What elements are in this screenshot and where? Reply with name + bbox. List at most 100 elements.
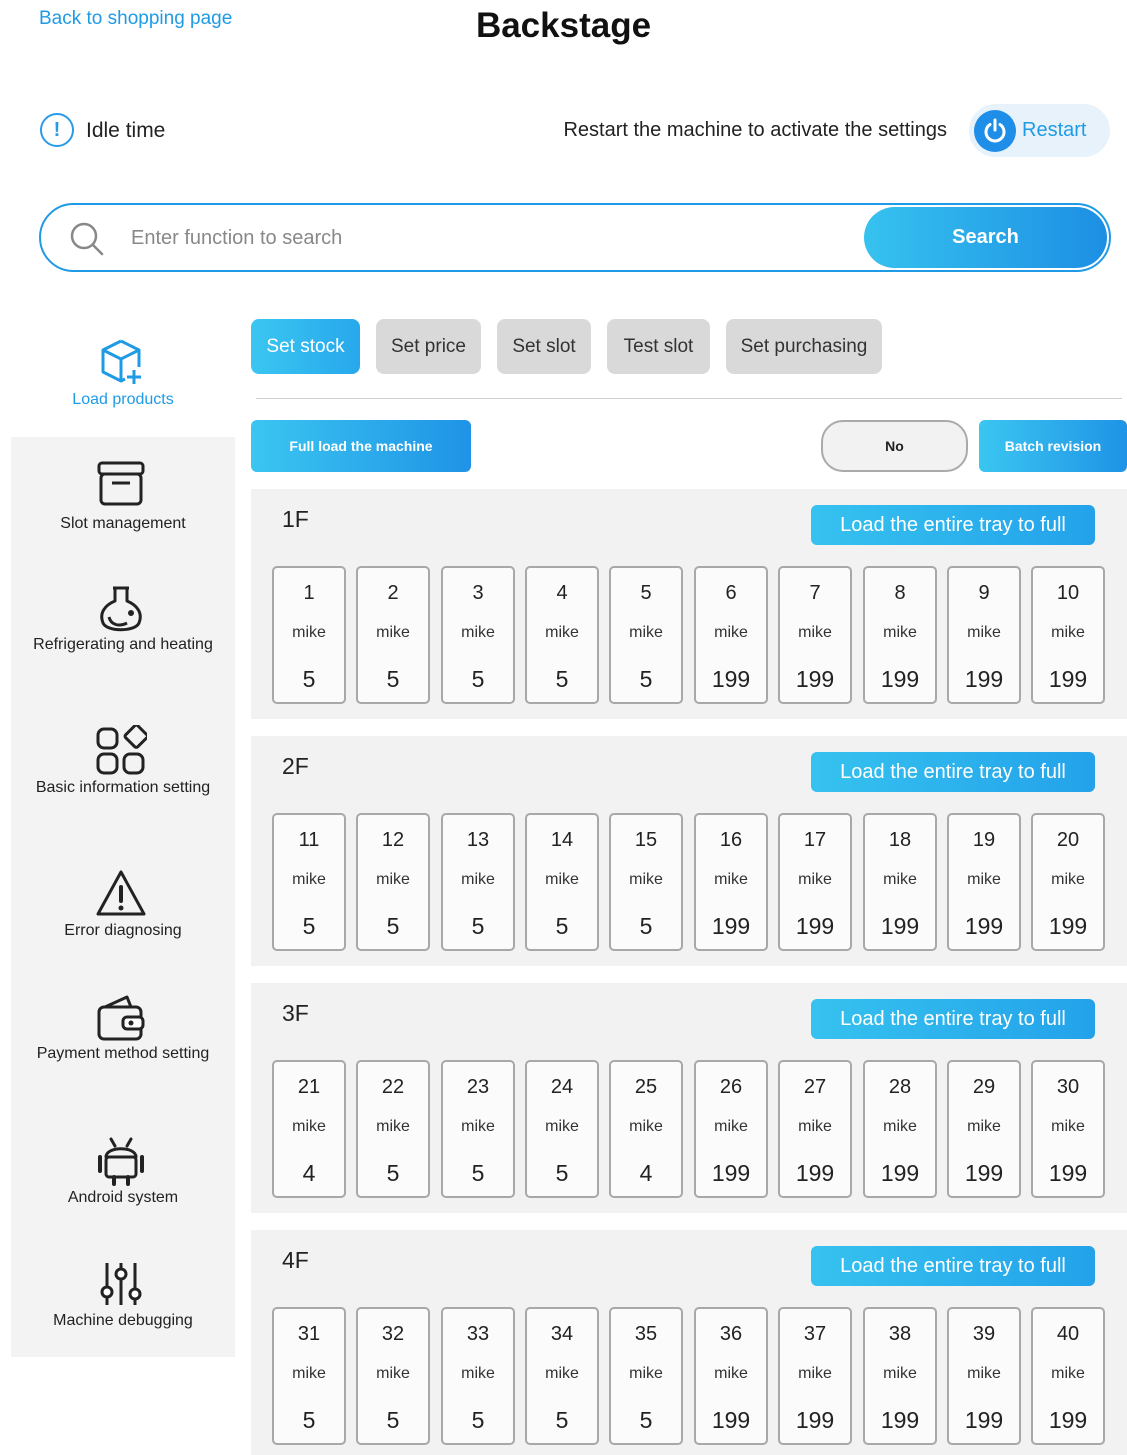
slot-card[interactable]: 16 mike 199: [694, 813, 768, 951]
slot-card[interactable]: 27 mike 199: [778, 1060, 852, 1198]
slot-card[interactable]: 30 mike 199: [1031, 1060, 1105, 1198]
slot-card[interactable]: 34 mike 5: [525, 1307, 599, 1445]
slot-card[interactable]: 40 mike 199: [1031, 1307, 1105, 1445]
slot-card[interactable]: 1 mike 5: [272, 566, 346, 704]
slot-card[interactable]: 8 mike 199: [863, 566, 937, 704]
batch-revision-button[interactable]: Batch revision: [979, 420, 1127, 472]
tab-set-purchasing[interactable]: Set purchasing: [726, 319, 882, 374]
sidebar-item-basic-info[interactable]: Basic information setting: [11, 710, 235, 832]
slot-product-name: mike: [883, 1118, 917, 1135]
search-icon: [69, 221, 105, 262]
slot-product-name: mike: [798, 624, 832, 641]
floor-label: 1F: [282, 506, 309, 532]
slot-card[interactable]: 31 mike 5: [272, 1307, 346, 1445]
wallet-icon: [95, 993, 147, 1045]
tab-set-slot[interactable]: Set slot: [497, 319, 591, 374]
slot-stock: 5: [302, 1407, 316, 1433]
slot-number: 10: [1056, 582, 1080, 604]
slot-card[interactable]: 38 mike 199: [863, 1307, 937, 1445]
slot-product-name: mike: [798, 871, 832, 888]
slot-card[interactable]: 35 mike 5: [609, 1307, 683, 1445]
sidebar-item-refrigerating[interactable]: Refrigerating and heating: [11, 565, 235, 687]
slot-card[interactable]: 37 mike 199: [778, 1307, 852, 1445]
tab-set-price[interactable]: Set price: [376, 319, 481, 374]
sidebar-item-label: Machine debugging: [53, 1312, 193, 1329]
slot-card[interactable]: 5 mike 5: [609, 566, 683, 704]
slot-stock: 199: [880, 913, 920, 939]
slot-card[interactable]: 19 mike 199: [947, 813, 1021, 951]
slot-card[interactable]: 21 mike 4: [272, 1060, 346, 1198]
slot-card[interactable]: 7 mike 199: [778, 566, 852, 704]
slot-card[interactable]: 17 mike 199: [778, 813, 852, 951]
sidebar-item-android-system[interactable]: Android system: [11, 1127, 235, 1249]
box-icon: [95, 458, 147, 510]
full-load-machine-button[interactable]: Full load the machine: [251, 420, 471, 472]
slot-card[interactable]: 25 mike 4: [609, 1060, 683, 1198]
slot-card[interactable]: 18 mike 199: [863, 813, 937, 951]
slot-card[interactable]: 26 mike 199: [694, 1060, 768, 1198]
sidebar-item-slot-management[interactable]: Slot management: [11, 440, 235, 562]
sidebar-item-machine-debugging[interactable]: Machine debugging: [11, 1250, 235, 1372]
search-input[interactable]: [131, 219, 851, 257]
slot-product-name: mike: [967, 871, 1001, 888]
slot-card[interactable]: 39 mike 199: [947, 1307, 1021, 1445]
slot-card[interactable]: 9 mike 199: [947, 566, 1021, 704]
sidebar-item-payment-method[interactable]: Payment method setting: [11, 990, 235, 1112]
slot-stock: 5: [555, 1160, 569, 1186]
load-tray-full-button[interactable]: Load the entire tray to full: [811, 752, 1095, 792]
slot-product-name: mike: [883, 871, 917, 888]
slot-number: 36: [719, 1323, 743, 1345]
slot-card[interactable]: 22 mike 5: [356, 1060, 430, 1198]
slot-card[interactable]: 32 mike 5: [356, 1307, 430, 1445]
slot-number: 6: [725, 582, 737, 604]
slot-number: 24: [550, 1076, 574, 1098]
slot-number: 33: [466, 1323, 490, 1345]
slot-number: 37: [803, 1323, 827, 1345]
slot-product-name: mike: [629, 871, 663, 888]
load-tray-full-button[interactable]: Load the entire tray to full: [811, 999, 1095, 1039]
slot-product-name: mike: [461, 1118, 495, 1135]
slot-card[interactable]: 23 mike 5: [441, 1060, 515, 1198]
tab-set-stock[interactable]: Set stock: [251, 319, 360, 374]
slot-stock: 5: [302, 666, 316, 692]
slot-card[interactable]: 10 mike 199: [1031, 566, 1105, 704]
sidebar-item-error-diagnosing[interactable]: Error diagnosing: [11, 855, 235, 977]
restart-button[interactable]: Restart: [969, 104, 1110, 157]
no-toggle-button[interactable]: No: [821, 420, 968, 472]
slot-product-name: mike: [545, 624, 579, 641]
slot-stock: 5: [471, 666, 485, 692]
slot-stock: 199: [711, 913, 751, 939]
slot-product-name: mike: [967, 1118, 1001, 1135]
slot-stock: 199: [964, 1407, 1004, 1433]
slot-card[interactable]: 12 mike 5: [356, 813, 430, 951]
slot-product-name: mike: [461, 624, 495, 641]
slot-product-name: mike: [1051, 1118, 1085, 1135]
slot-card[interactable]: 11 mike 5: [272, 813, 346, 951]
slot-number: 30: [1056, 1076, 1080, 1098]
slot-card[interactable]: 3 mike 5: [441, 566, 515, 704]
sidebar-item-load-products[interactable]: Load products: [11, 315, 235, 437]
slot-stock: 199: [711, 1407, 751, 1433]
search-button[interactable]: Search: [864, 207, 1107, 268]
tab-test-slot[interactable]: Test slot: [607, 319, 710, 374]
slot-card[interactable]: 14 mike 5: [525, 813, 599, 951]
slot-stock: 4: [639, 1160, 653, 1186]
slot-product-name: mike: [967, 624, 1001, 641]
slot-card[interactable]: 36 mike 199: [694, 1307, 768, 1445]
slot-card[interactable]: 28 mike 199: [863, 1060, 937, 1198]
slot-card[interactable]: 24 mike 5: [525, 1060, 599, 1198]
slot-card[interactable]: 33 mike 5: [441, 1307, 515, 1445]
info-icon: !: [40, 113, 74, 147]
slot-card[interactable]: 15 mike 5: [609, 813, 683, 951]
slot-card[interactable]: 4 mike 5: [525, 566, 599, 704]
slot-card[interactable]: 6 mike 199: [694, 566, 768, 704]
load-tray-full-button[interactable]: Load the entire tray to full: [811, 505, 1095, 545]
slot-card[interactable]: 2 mike 5: [356, 566, 430, 704]
slot-number: 28: [888, 1076, 912, 1098]
slot-number: 12: [381, 829, 405, 851]
slot-card[interactable]: 20 mike 199: [1031, 813, 1105, 951]
power-icon: [974, 110, 1016, 152]
load-tray-full-button[interactable]: Load the entire tray to full: [811, 1246, 1095, 1286]
slot-card[interactable]: 13 mike 5: [441, 813, 515, 951]
slot-card[interactable]: 29 mike 199: [947, 1060, 1021, 1198]
